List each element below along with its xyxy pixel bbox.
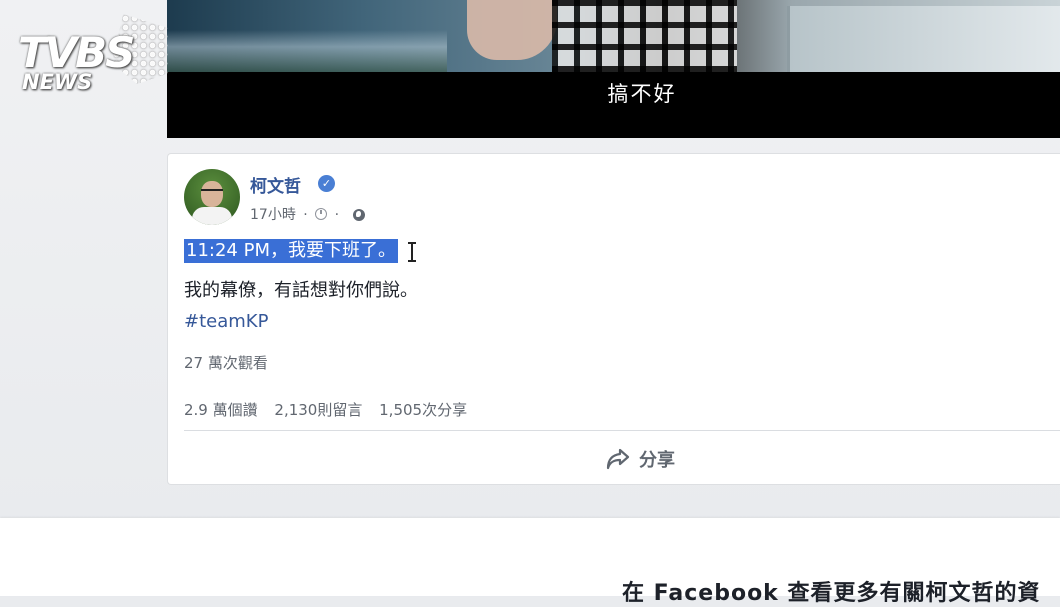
selected-text: 11:24 PM，我要下班了。: [184, 239, 398, 263]
divider: [184, 430, 1060, 431]
hashtag-link[interactable]: #teamKP: [184, 311, 268, 332]
share-label: 分享: [639, 450, 675, 471]
likes-count[interactable]: 2.9 萬個讚: [184, 401, 258, 419]
video-player[interactable]: 搞不好: [167, 0, 1060, 138]
tvbs-news-logo: TVBS NEWS: [18, 14, 170, 96]
video-subtitle: 搞不好: [607, 82, 677, 106]
post-meta: 17小時 · ·: [250, 204, 365, 224]
facebook-post-card: 柯文哲 ✓ 17小時 · · 11:24 PM，我要下班了。 我的幕僚，有話想對…: [167, 153, 1060, 485]
post-body-text: 我的幕僚，有話想對你們說。: [184, 280, 418, 301]
footer-see-more-text: 在 Facebook 查看更多有關柯文哲的資: [622, 581, 1041, 606]
author-name-link[interactable]: 柯文哲: [250, 172, 301, 197]
shares-count[interactable]: 1,505次分享: [379, 401, 467, 419]
logo-sub: NEWS: [22, 70, 93, 94]
globe-icon: [352, 209, 365, 221]
share-arrow-icon: [606, 448, 630, 470]
post-timestamp[interactable]: 17小時: [250, 207, 296, 223]
text-cursor-icon: [408, 242, 416, 262]
video-frame: [167, 0, 1060, 72]
verified-badge-icon: ✓: [318, 175, 335, 192]
meta-separator: ·: [303, 207, 308, 223]
clock-icon: [315, 208, 328, 220]
comments-count[interactable]: 2,130則留言: [274, 401, 362, 419]
view-count: 27 萬次觀看: [184, 354, 268, 372]
engagement-stats: 2.9 萬個讚 2,130則留言 1,505次分享: [184, 399, 479, 420]
share-button[interactable]: 分享: [606, 444, 675, 474]
meta-separator-2: ·: [334, 207, 340, 223]
author-avatar[interactable]: [184, 169, 240, 225]
